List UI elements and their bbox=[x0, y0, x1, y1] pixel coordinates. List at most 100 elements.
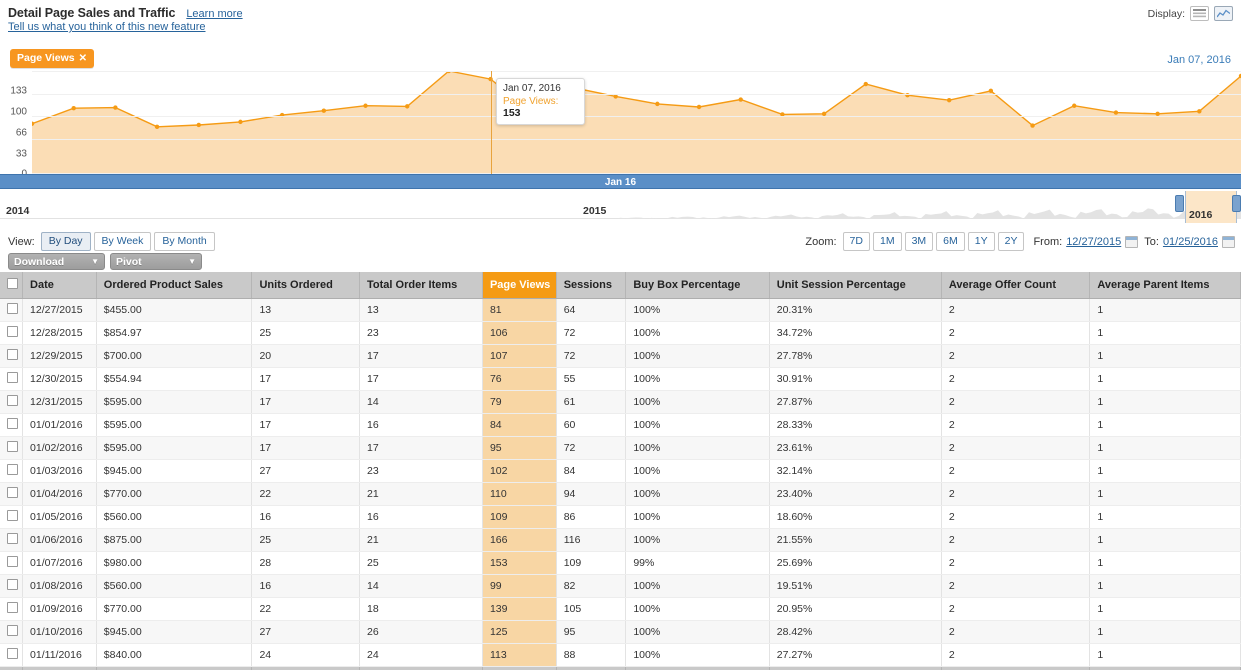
table-row[interactable]: 01/04/2016$770.00222111094100%23.40%21 bbox=[0, 482, 1241, 505]
column-header-average-parent-items[interactable]: Average Parent Items bbox=[1090, 272, 1241, 298]
zoom-option-3m[interactable]: 3M bbox=[905, 232, 934, 251]
table-row[interactable]: 01/05/2016$560.00161610986100%18.60%21 bbox=[0, 505, 1241, 528]
table-row[interactable]: 01/09/2016$770.002218139105100%20.95%21 bbox=[0, 597, 1241, 620]
table-row[interactable]: 01/11/2016$840.00242411388100%27.27%21 bbox=[0, 643, 1241, 666]
row-checkbox[interactable] bbox=[7, 464, 18, 475]
to-date-value[interactable]: 01/25/2016 bbox=[1163, 236, 1218, 248]
column-header-ordered-product-sales[interactable]: Ordered Product Sales bbox=[96, 272, 252, 298]
row-checkbox[interactable] bbox=[7, 648, 18, 659]
table-view-icon[interactable] bbox=[1190, 6, 1209, 21]
column-header-total-order-items[interactable]: Total Order Items bbox=[360, 272, 483, 298]
row-checkbox[interactable] bbox=[7, 556, 18, 567]
zoom-option-7d[interactable]: 7D bbox=[843, 232, 870, 251]
column-header-buy-box-percentage[interactable]: Buy Box Percentage bbox=[626, 272, 769, 298]
row-select-cell[interactable] bbox=[0, 390, 23, 413]
feedback-link[interactable]: Tell us what you think of this new featu… bbox=[8, 21, 206, 33]
row-select-cell[interactable] bbox=[0, 505, 23, 528]
row-checkbox[interactable] bbox=[7, 441, 18, 452]
row-checkbox[interactable] bbox=[7, 372, 18, 383]
table-row[interactable]: 01/07/2016$980.00282515310999%25.69%21 bbox=[0, 551, 1241, 574]
table-row[interactable]: 01/03/2016$945.00272310284100%32.14%21 bbox=[0, 459, 1241, 482]
row-select-cell[interactable] bbox=[0, 367, 23, 390]
column-header-sessions[interactable]: Sessions bbox=[556, 272, 626, 298]
row-select-cell[interactable] bbox=[0, 321, 23, 344]
from-date-value[interactable]: 12/27/2015 bbox=[1066, 236, 1121, 248]
view-option-by-week[interactable]: By Week bbox=[94, 232, 152, 251]
row-select-cell[interactable] bbox=[0, 459, 23, 482]
navigator-handle-right[interactable] bbox=[1232, 195, 1241, 212]
select-all-header[interactable] bbox=[0, 272, 23, 298]
zoom-segmented-control[interactable]: 7D1M3M6M1Y2Y bbox=[843, 232, 1028, 251]
download-dropdown[interactable]: Download ▼ bbox=[8, 253, 105, 270]
cell-average-offer-count: 2 bbox=[941, 344, 1090, 367]
navigator-year-2015: 2015 bbox=[583, 205, 606, 217]
view-option-by-day[interactable]: By Day bbox=[41, 232, 91, 251]
row-select-cell[interactable] bbox=[0, 574, 23, 597]
row-checkbox[interactable] bbox=[7, 533, 18, 544]
from-calendar-icon[interactable] bbox=[1125, 236, 1138, 248]
row-checkbox[interactable] bbox=[7, 602, 18, 613]
row-select-cell[interactable] bbox=[0, 482, 23, 505]
table-row[interactable]: 12/29/2015$700.00201710772100%27.78%21 bbox=[0, 344, 1241, 367]
column-header-date[interactable]: Date bbox=[23, 272, 97, 298]
zoom-option-1y[interactable]: 1Y bbox=[968, 232, 995, 251]
chart-navigator[interactable]: Jan 16 2014 2015 2016 bbox=[0, 174, 1241, 228]
row-select-cell[interactable] bbox=[0, 643, 23, 666]
row-select-cell[interactable] bbox=[0, 298, 23, 321]
view-option-by-month[interactable]: By Month bbox=[154, 232, 214, 251]
view-segmented-control[interactable]: By DayBy WeekBy Month bbox=[41, 232, 218, 251]
zoom-option-1m[interactable]: 1M bbox=[873, 232, 902, 251]
row-checkbox[interactable] bbox=[7, 510, 18, 521]
zoom-option-2y[interactable]: 2Y bbox=[998, 232, 1025, 251]
table-row[interactable]: 01/10/2016$945.00272612595100%28.42%21 bbox=[0, 620, 1241, 643]
table-row[interactable]: 01/01/2016$595.0017168460100%28.33%21 bbox=[0, 413, 1241, 436]
row-checkbox[interactable] bbox=[7, 625, 18, 636]
row-select-cell[interactable] bbox=[0, 597, 23, 620]
row-select-cell[interactable] bbox=[0, 620, 23, 643]
table-row[interactable]: 01/02/2016$595.0017179572100%23.61%21 bbox=[0, 436, 1241, 459]
navigator-selected-window[interactable]: 2016 bbox=[1185, 191, 1237, 223]
line-chart-view-icon[interactable] bbox=[1214, 6, 1233, 21]
table-row[interactable]: 12/28/2015$854.97252310672100%34.72%21 bbox=[0, 321, 1241, 344]
cell-ordered-product-sales: $980.00 bbox=[96, 551, 252, 574]
learn-more-link[interactable]: Learn more bbox=[186, 8, 242, 20]
row-checkbox[interactable] bbox=[7, 579, 18, 590]
row-checkbox[interactable] bbox=[7, 418, 18, 429]
total-total-order-items: 601.00 bbox=[360, 666, 483, 670]
row-select-cell[interactable] bbox=[0, 413, 23, 436]
cell-average-offer-count: 2 bbox=[941, 298, 1090, 321]
navigator-track[interactable]: 2014 2015 2016 bbox=[0, 189, 1241, 228]
chart-plot-area[interactable] bbox=[32, 71, 1241, 174]
chart-y-axis: 13310066330 bbox=[2, 71, 30, 174]
row-checkbox[interactable] bbox=[7, 326, 18, 337]
column-header-page-views[interactable]: Page Views bbox=[482, 272, 556, 298]
navigator-selection-band[interactable]: Jan 16 bbox=[0, 174, 1241, 189]
page-views-legend-chip[interactable]: Page Views✕ bbox=[10, 49, 94, 68]
zoom-option-6m[interactable]: 6M bbox=[936, 232, 965, 251]
to-calendar-icon[interactable] bbox=[1222, 236, 1235, 248]
table-row[interactable]: 01/08/2016$560.0016149982100%19.51%21 bbox=[0, 574, 1241, 597]
pivot-dropdown[interactable]: Pivot ▼ bbox=[110, 253, 202, 270]
cell-units-ordered: 25 bbox=[252, 321, 360, 344]
row-checkbox[interactable] bbox=[7, 349, 18, 360]
table-row[interactable]: 12/30/2015$554.9417177655100%30.91%21 bbox=[0, 367, 1241, 390]
total-average-offer-count: 2.00 bbox=[941, 666, 1090, 670]
navigator-handle-left[interactable] bbox=[1175, 195, 1184, 212]
row-select-cell[interactable] bbox=[0, 528, 23, 551]
row-select-cell[interactable] bbox=[0, 436, 23, 459]
row-select-cell[interactable] bbox=[0, 551, 23, 574]
row-checkbox[interactable] bbox=[7, 487, 18, 498]
legend-remove-icon[interactable]: ✕ bbox=[79, 53, 87, 64]
column-header-unit-session-percentage[interactable]: Unit Session Percentage bbox=[769, 272, 941, 298]
table-row[interactable]: 12/31/2015$595.0017147961100%27.87%21 bbox=[0, 390, 1241, 413]
table-row[interactable]: 01/06/2016$875.002521166116100%21.55%21 bbox=[0, 528, 1241, 551]
cell-average-offer-count: 2 bbox=[941, 321, 1090, 344]
row-checkbox[interactable] bbox=[7, 395, 18, 406]
row-checkbox[interactable] bbox=[7, 303, 18, 314]
row-select-cell[interactable] bbox=[0, 344, 23, 367]
cell-page-views: 99 bbox=[482, 574, 556, 597]
select-all-checkbox[interactable] bbox=[7, 278, 18, 289]
column-header-average-offer-count[interactable]: Average Offer Count bbox=[941, 272, 1090, 298]
column-header-units-ordered[interactable]: Units Ordered bbox=[252, 272, 360, 298]
table-row[interactable]: 12/27/2015$455.0013138164100%20.31%21 bbox=[0, 298, 1241, 321]
